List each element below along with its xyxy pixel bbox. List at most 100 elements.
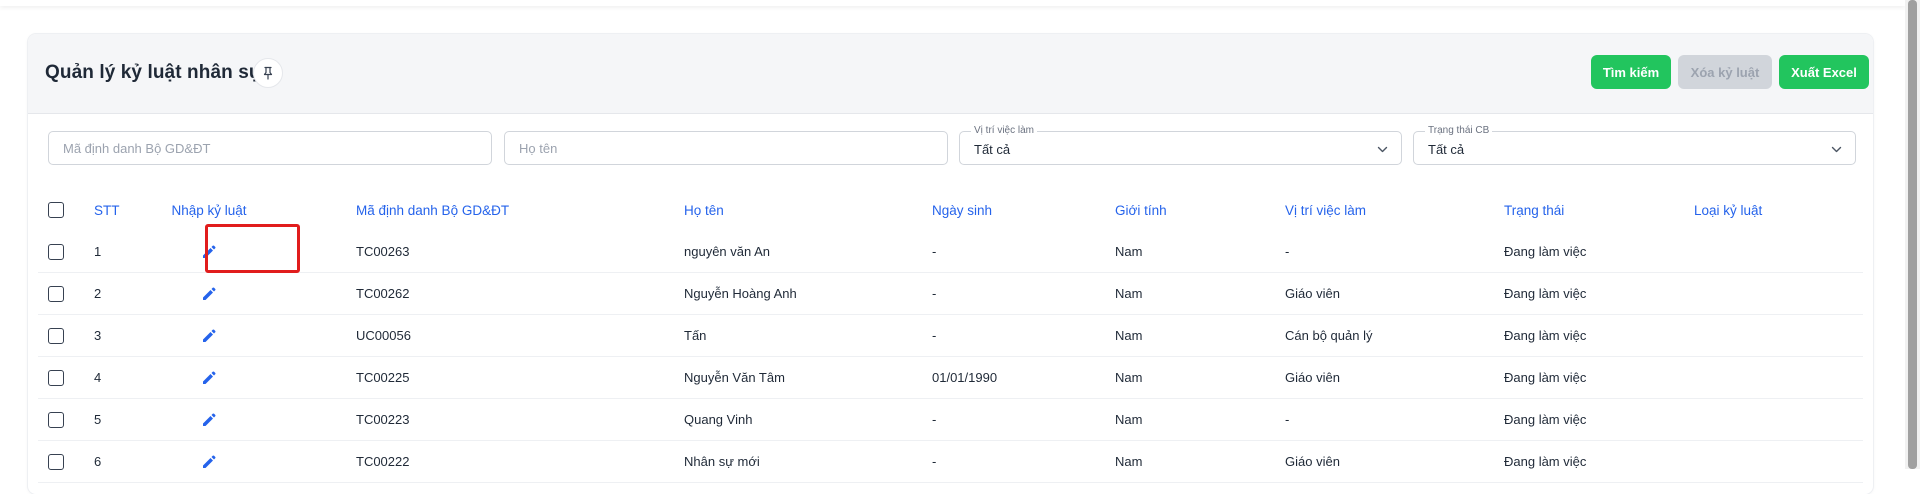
- row-position: Giáo viên: [1285, 370, 1340, 385]
- header-name[interactable]: Họ tên: [684, 189, 724, 231]
- row-gender: Nam: [1115, 244, 1143, 259]
- pencil-icon: [203, 245, 216, 258]
- header-code[interactable]: Mã định danh Bộ GD&ĐT: [356, 189, 509, 231]
- chevron-down-icon: [1831, 146, 1842, 153]
- name-filter-field: [504, 131, 948, 165]
- row-status: Đang làm việc: [1504, 328, 1587, 343]
- table-row: 4 TC00225 Nguyễn Văn Tâm 01/01/1990 Nam …: [38, 357, 1863, 399]
- row-edit-cell: [174, 273, 244, 314]
- pin-icon: [263, 66, 273, 80]
- row-dob: -: [932, 412, 937, 427]
- row-stt: 3: [94, 328, 102, 343]
- row-edit-cell: [174, 357, 244, 398]
- row-select-cell: [48, 315, 64, 356]
- row-code: TC00222: [356, 454, 410, 469]
- row-stt: 1: [94, 244, 102, 259]
- pencil-icon: [203, 329, 216, 342]
- position-select-label: Vị trí việc làm: [971, 125, 1038, 137]
- code-search-input[interactable]: [49, 132, 491, 164]
- row-dob: 01/01/1990: [932, 370, 998, 385]
- row-name: Nguyễn Văn Tâm: [684, 370, 785, 385]
- row-stt: 5: [94, 412, 102, 427]
- row-edit-cell: [174, 399, 244, 440]
- header-stt[interactable]: STT: [94, 189, 120, 231]
- row-checkbox[interactable]: [48, 285, 64, 302]
- row-status: Đang làm việc: [1504, 286, 1587, 301]
- row-dob: -: [932, 454, 937, 469]
- row-checkbox[interactable]: [48, 243, 64, 260]
- row-dob: -: [932, 328, 937, 343]
- discipline-management-card: Quản lý kỷ luật nhân sự Tìm kiếm Xóa kỷ …: [28, 34, 1873, 494]
- table-row: 3 UC00056 Tấn - Nam Cán bộ quản lý Đang …: [38, 315, 1863, 357]
- row-position: -: [1285, 244, 1290, 259]
- row-stt: 2: [94, 286, 102, 301]
- header-status[interactable]: Trạng thái: [1504, 189, 1564, 231]
- header-edit[interactable]: Nhập kỷ luật: [171, 189, 246, 231]
- card-header: Quản lý kỷ luật nhân sự Tìm kiếm Xóa kỷ …: [28, 34, 1873, 114]
- row-status: Đang làm việc: [1504, 454, 1587, 469]
- row-checkbox[interactable]: [48, 453, 64, 470]
- row-code: UC00056: [356, 328, 411, 343]
- row-edit-cell: [174, 231, 244, 272]
- row-code: TC00223: [356, 412, 410, 427]
- table-row: 2 TC00262 Nguyễn Hoàng Anh - Nam Giáo vi…: [38, 273, 1863, 315]
- pin-button[interactable]: [253, 58, 283, 88]
- code-filter-field: [48, 131, 492, 165]
- header-type[interactable]: Loại kỷ luật: [1694, 189, 1762, 231]
- row-position: Cán bộ quản lý: [1285, 328, 1373, 343]
- row-checkbox[interactable]: [48, 327, 64, 344]
- status-select-label: Trạng thái CB: [1425, 125, 1493, 137]
- edit-discipline-button[interactable]: [198, 325, 220, 347]
- row-code: TC00225: [356, 370, 410, 385]
- row-name: Quang Vinh: [684, 412, 753, 427]
- row-select-cell: [48, 357, 64, 398]
- edit-discipline-button[interactable]: [198, 283, 220, 305]
- name-search-input[interactable]: [505, 132, 947, 164]
- row-checkbox[interactable]: [48, 411, 64, 428]
- row-name: Nhân sự mới: [684, 454, 760, 469]
- row-checkbox[interactable]: [48, 369, 64, 386]
- select-all-checkbox[interactable]: [48, 202, 64, 218]
- row-name: Tấn: [684, 328, 707, 343]
- table-row: 6 TC00222 Nhân sự mới - Nam Giáo viên Đa…: [38, 441, 1863, 483]
- header-gender[interactable]: Giới tính: [1115, 189, 1167, 231]
- row-select-cell: [48, 273, 64, 314]
- table-row: 1 TC00263 nguyên văn An - Nam - Đang làm…: [38, 231, 1863, 273]
- row-position: Giáo viên: [1285, 286, 1340, 301]
- edit-discipline-button[interactable]: [198, 367, 220, 389]
- edit-discipline-button[interactable]: [198, 409, 220, 431]
- edit-discipline-button[interactable]: [198, 241, 220, 263]
- vertical-scrollbar[interactable]: [1905, 0, 1920, 469]
- delete-discipline-button[interactable]: Xóa kỷ luật: [1678, 55, 1772, 89]
- header-position[interactable]: Vị trí việc làm: [1285, 189, 1366, 231]
- row-select-cell: [48, 399, 64, 440]
- export-excel-button[interactable]: Xuất Excel: [1779, 55, 1869, 89]
- row-status: Đang làm việc: [1504, 370, 1587, 385]
- page-title: Quản lý kỷ luật nhân sự: [45, 62, 263, 83]
- position-select[interactable]: Vị trí việc làm Tất cả: [959, 125, 1402, 165]
- row-dob: -: [932, 244, 937, 259]
- row-edit-cell: [174, 441, 244, 482]
- chevron-down-icon: [1377, 146, 1388, 153]
- row-status: Đang làm việc: [1504, 244, 1587, 259]
- header-dob[interactable]: Ngày sinh: [932, 189, 992, 231]
- row-code: TC00262: [356, 286, 410, 301]
- row-select-cell: [48, 231, 64, 272]
- edit-discipline-button[interactable]: [198, 451, 220, 473]
- row-gender: Nam: [1115, 412, 1143, 427]
- pencil-icon: [203, 287, 216, 300]
- row-status: Đang làm việc: [1504, 412, 1587, 427]
- row-name: nguyên văn An: [684, 244, 771, 259]
- row-stt: 6: [94, 454, 102, 469]
- status-select[interactable]: Trạng thái CB Tất cả: [1413, 125, 1856, 165]
- search-button[interactable]: Tìm kiếm: [1591, 55, 1671, 89]
- row-name: Nguyễn Hoàng Anh: [684, 286, 797, 301]
- status-select-value: Tất cả: [1428, 142, 1465, 157]
- row-position: -: [1285, 412, 1290, 427]
- row-stt: 4: [94, 370, 102, 385]
- pencil-icon: [203, 413, 216, 426]
- pencil-icon: [203, 371, 216, 384]
- row-position: Giáo viên: [1285, 454, 1340, 469]
- position-select-value: Tất cả: [974, 142, 1011, 157]
- scrollbar-thumb[interactable]: [1908, 0, 1917, 469]
